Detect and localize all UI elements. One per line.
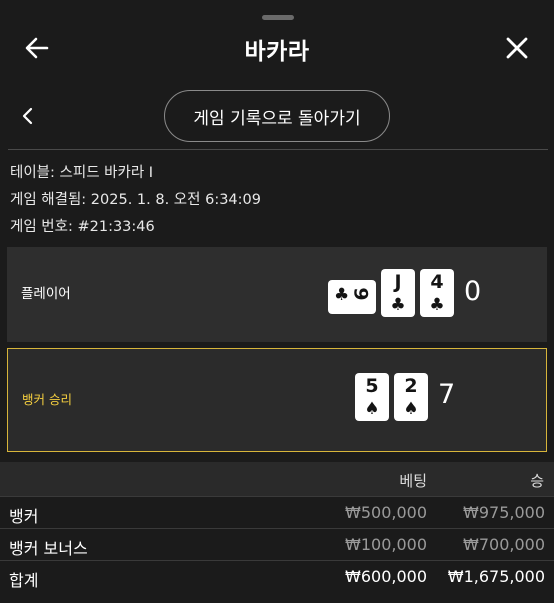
player-card-3: 4 ♣ — [420, 269, 454, 317]
banker-win-label: 뱅커 승리 — [22, 392, 72, 407]
bet-amount: ₩100,000 — [345, 535, 427, 554]
sheet-grab-handle[interactable] — [262, 15, 294, 20]
bet-table-header: 베팅 승 — [0, 462, 554, 496]
back-to-history-button[interactable]: 게임 기록으로 돌아가기 — [164, 90, 390, 142]
resolved-time: 게임 해결됨: 2025. 1. 8. 오전 6:34:09 — [10, 192, 261, 208]
card-rank: 2 — [404, 375, 418, 397]
total-row: 합계 ₩600,000 ₩1,675,000 — [0, 560, 554, 592]
banker-card-2: 2 ♠ — [394, 373, 428, 421]
close-icon[interactable] — [504, 35, 530, 61]
banker-hand-panel: 뱅커 승리 5 ♠ 2 ♠ 7 — [7, 348, 547, 452]
card-suit: ♣ — [390, 295, 406, 315]
table-row: 뱅커 ₩500,000 ₩975,000 — [0, 496, 554, 528]
banker-total: 7 — [438, 379, 456, 410]
player-card-2: J ♣ — [381, 269, 415, 317]
chevron-left-icon[interactable] — [16, 104, 38, 128]
card-rank: 9 — [349, 287, 372, 301]
card-suit: ♠ — [403, 399, 419, 419]
card-suit: ♠ — [364, 399, 380, 419]
column-win: 승 — [530, 472, 544, 490]
page-title: 바카라 — [244, 39, 310, 65]
history-nav-row: 게임 기록으로 돌아가기 — [0, 88, 554, 144]
bet-table: 베팅 승 뱅커 ₩500,000 ₩975,000 뱅커 보너스 ₩100,00… — [0, 462, 554, 592]
game-detail-sheet: 바카라 게임 기록으로 돌아가기 테이블: 스피드 바카라 I 게임 해결됨: … — [0, 0, 554, 603]
card-suit: ♣ — [334, 285, 350, 305]
column-bet: 베팅 — [399, 472, 427, 490]
table-row: 뱅커 보너스 ₩100,000 ₩700,000 — [0, 528, 554, 560]
total-label: 합계 — [9, 571, 39, 590]
bet-name: 뱅커 — [9, 507, 39, 526]
banker-card-1: 5 ♠ — [355, 373, 389, 421]
win-amount: ₩700,000 — [463, 535, 545, 554]
divider — [8, 149, 548, 150]
card-rank: J — [394, 271, 402, 293]
player-card-1: ♣ 9 — [328, 280, 376, 314]
header: 바카라 — [0, 22, 554, 74]
bet-name: 뱅커 보너스 — [9, 539, 88, 558]
total-bet: ₩600,000 — [345, 567, 427, 586]
card-rank: 5 — [365, 375, 379, 397]
player-hand-label: 플레이어 — [21, 286, 71, 302]
total-win: ₩1,675,000 — [447, 567, 545, 586]
player-total: 0 — [464, 276, 482, 307]
game-number: 게임 번호: #21:33:46 — [10, 219, 155, 235]
win-amount: ₩975,000 — [463, 503, 545, 522]
table-name: 테이블: 스피드 바카라 I — [10, 165, 154, 181]
card-rank: 4 — [430, 271, 444, 293]
player-hand-panel: 플레이어 ♣ 9 J ♣ 4 ♣ 0 — [7, 247, 547, 342]
card-suit: ♣ — [429, 295, 445, 315]
game-info: 테이블: 스피드 바카라 I 게임 해결됨: 2025. 1. 8. 오전 6:… — [10, 160, 261, 241]
bet-amount: ₩500,000 — [345, 503, 427, 522]
